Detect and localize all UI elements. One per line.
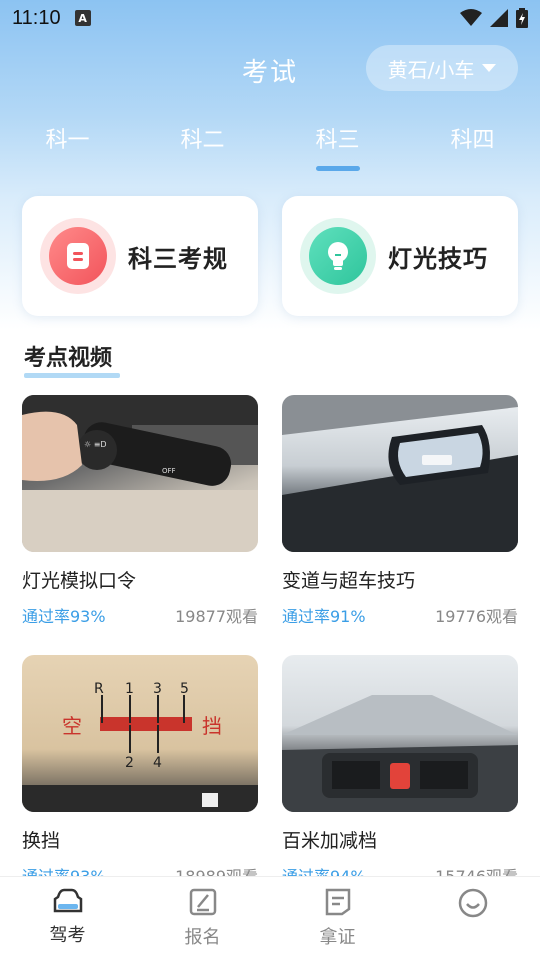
video-title: 百米加减档: [282, 830, 378, 852]
nav-label: 拿证: [319, 927, 356, 948]
lightbulb-icon: [309, 227, 367, 285]
status-time: 11:10: [12, 6, 61, 29]
tab-ke4[interactable]: 科四: [405, 118, 540, 178]
exam-rules-label: 科三考规: [128, 244, 228, 273]
video-thumbnail[interactable]: R 1 3 5 2 4 空 挡: [22, 655, 258, 812]
gear-label-r: R: [94, 681, 104, 697]
svg-text:☼ ≡D: ☼ ≡D: [84, 440, 107, 449]
video-thumbnail[interactable]: [282, 655, 518, 812]
nav-item-certificate[interactable]: 拿证: [270, 877, 405, 960]
lightbulb-icon-ring: [300, 218, 376, 294]
subject-tabs: 科一 科二 科三 科四: [0, 118, 540, 178]
caret-down-icon: [482, 64, 497, 72]
video-thumbnail[interactable]: ☼ ≡D OFF: [22, 395, 258, 552]
feature-cards: 科三考规 灯光技巧: [22, 196, 518, 316]
gear-label-left: 空: [62, 714, 82, 738]
nav-item-signup[interactable]: 报名: [135, 877, 270, 960]
nav-label: 驾考: [49, 925, 86, 946]
profile-icon: [458, 888, 487, 918]
view-count: 19877观看: [175, 607, 258, 626]
exam-rules-card[interactable]: 科三考规: [22, 196, 258, 316]
signal-icon: [490, 9, 508, 27]
gear-label-right: 挡: [202, 714, 222, 738]
light-tips-card[interactable]: 灯光技巧: [282, 196, 518, 316]
pass-rate: 通过率93%: [22, 607, 106, 626]
tab-ke2[interactable]: 科二: [135, 118, 270, 178]
status-bar: 11:10 A: [0, 0, 540, 36]
tab-ke3[interactable]: 科三: [270, 118, 405, 178]
light-tips-label: 灯光技巧: [388, 244, 488, 273]
car-icon: [53, 888, 82, 913]
rules-icon: [49, 227, 107, 285]
wifi-icon: [460, 9, 482, 26]
rules-icon-ring: [40, 218, 116, 294]
video-card[interactable]: 百米加减档 通过率94% 15746观看: [282, 655, 518, 887]
video-thumbnail[interactable]: [282, 395, 518, 552]
video-meta: 通过率91% 19776观看: [282, 603, 518, 627]
nav-item-drive-exam[interactable]: 驾考: [0, 877, 135, 960]
pass-rate: 通过率91%: [282, 607, 366, 626]
video-card[interactable]: 变道与超车技巧 通过率91% 19776观看: [282, 395, 518, 627]
gear-label-2: 2: [125, 755, 134, 771]
video-card[interactable]: ☼ ≡D OFF 灯光模拟口令 通过率93% 19877观看: [22, 395, 258, 627]
section-title: 考点视频: [24, 340, 121, 378]
status-icons: [460, 8, 528, 28]
video-title: 变道与超车技巧: [282, 570, 416, 592]
svg-text:OFF: OFF: [162, 467, 176, 475]
gear-label-4: 4: [153, 755, 162, 771]
gear-label-5: 5: [180, 681, 189, 697]
city-select[interactable]: 黄石/小车: [366, 45, 518, 91]
view-count: 19776观看: [435, 607, 518, 626]
certificate-icon: [325, 888, 350, 916]
battery-icon: [516, 8, 528, 28]
header: 考试 黄石/小车: [0, 44, 540, 94]
city-select-label: 黄石/小车: [387, 57, 475, 82]
video-card[interactable]: R 1 3 5 2 4 空 挡 换挡 通过率93% 18989观看: [22, 655, 258, 887]
video-grid: ☼ ≡D OFF 灯光模拟口令 通过率93% 19877观看 变道与超车技巧 通…: [22, 395, 518, 887]
nav-label: 报名: [184, 927, 221, 948]
gear-label-1: 1: [125, 681, 134, 697]
edit-icon: [189, 888, 216, 916]
tab-ke1[interactable]: 科一: [0, 118, 135, 178]
video-title: 换挡: [22, 830, 61, 852]
video-meta: 通过率93% 19877观看: [22, 603, 258, 627]
a-notification-icon: A: [74, 10, 91, 26]
video-title: 灯光模拟口令: [22, 570, 137, 592]
bottom-nav: 驾考 报名 拿证: [0, 876, 540, 960]
nav-item-profile[interactable]: [405, 877, 540, 960]
gear-label-3: 3: [153, 681, 162, 697]
